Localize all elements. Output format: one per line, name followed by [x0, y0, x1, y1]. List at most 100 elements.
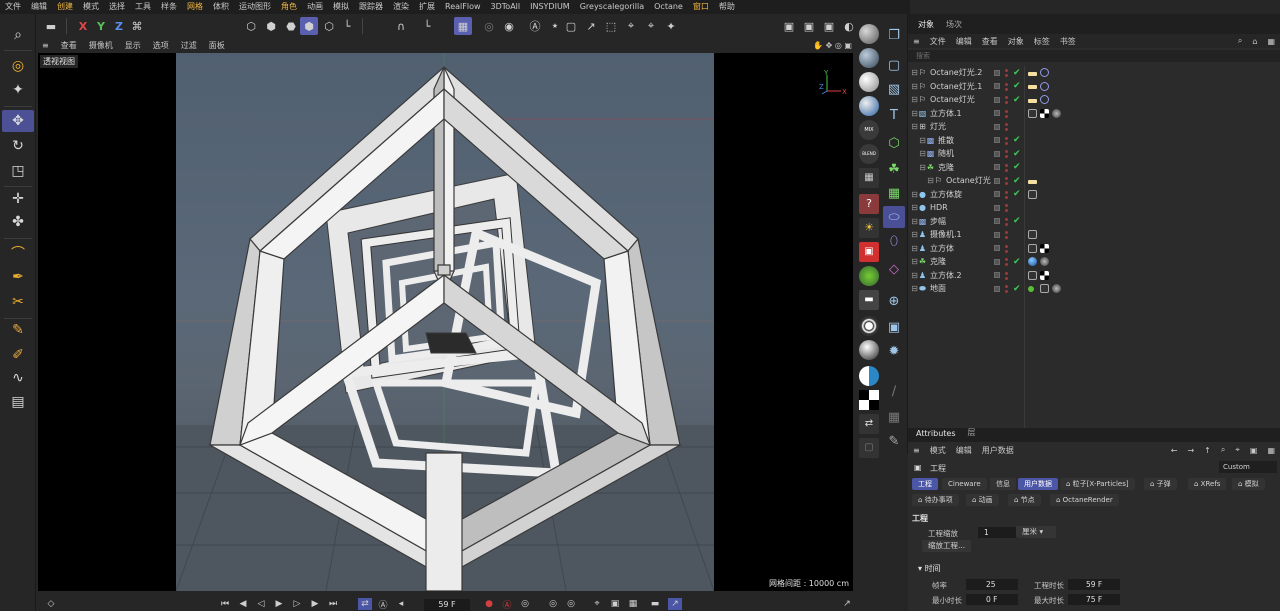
record-off-icon[interactable]: ●	[482, 598, 496, 610]
menu-item[interactable]: 创建	[52, 0, 78, 14]
menu-item[interactable]: Octane	[649, 0, 688, 14]
filter-icon[interactable]: ▦	[1262, 37, 1280, 46]
object-name[interactable]: HDR	[930, 203, 948, 212]
object-name[interactable]: 克隆	[938, 162, 954, 173]
param-key-icon[interactable]: ▣	[608, 598, 622, 610]
scene-icon[interactable]: ⊕	[883, 290, 905, 312]
render-region-icon[interactable]: ▢	[562, 17, 580, 35]
menu-item[interactable]: 运动图形	[234, 0, 276, 14]
rotation-key-icon[interactable]: ◎	[564, 598, 578, 610]
render-visibility-dot[interactable]	[1005, 222, 1008, 226]
keyframe-selection-icon[interactable]: ◎	[518, 598, 532, 610]
menu-item[interactable]: 编辑	[26, 0, 52, 14]
phong-tag-icon[interactable]	[1028, 243, 1037, 253]
tab-attributes[interactable]: Attributes	[910, 426, 962, 442]
editor-visibility-dot[interactable]	[1005, 285, 1008, 288]
enabled-check-icon[interactable]: ✔	[1013, 257, 1021, 267]
viewport-menu-item[interactable]: 显示	[119, 40, 147, 51]
render-picture-icon[interactable]: ⌖	[622, 17, 640, 35]
points-mode-icon[interactable]: ⬡	[242, 17, 260, 35]
object-row[interactable]: ⊟ ♟ 立方体	[908, 242, 1280, 256]
enabled-check-icon[interactable]: ✔	[1013, 95, 1021, 105]
menu-item[interactable]: 帮助	[714, 0, 740, 14]
object-name[interactable]: 立方体.2	[930, 270, 962, 281]
fps-field[interactable]: 25	[966, 579, 1018, 590]
dopesheet-icon[interactable]: ↗	[668, 598, 682, 610]
editor-visibility-dot[interactable]	[1005, 217, 1008, 221]
bend-icon[interactable]: ⬯	[883, 230, 905, 252]
help-icon[interactable]: ?	[859, 194, 879, 214]
render-view-icon[interactable]: ⬚	[602, 17, 620, 35]
render-visibility-dot[interactable]	[1005, 114, 1008, 118]
layer-checkbox[interactable]	[994, 177, 1000, 184]
axis-x-toggle[interactable]: X	[74, 17, 92, 35]
object-row[interactable]: ⊟ ☘ 克隆 ✔	[908, 161, 1280, 175]
layer-checkbox[interactable]	[994, 272, 1000, 279]
search-icon[interactable]: ⌕	[1233, 36, 1247, 46]
object-row[interactable]: ⊟ ⬬ 地面 ✔	[908, 282, 1280, 296]
object-row[interactable]: ⊟ ☘ 克隆 ✔	[908, 255, 1280, 269]
spline-pen-icon[interactable]: ⌒	[2, 242, 34, 264]
mograph-icon[interactable]: ▦	[883, 182, 905, 204]
brush-icon[interactable]: ✒	[2, 266, 34, 288]
menu-item[interactable]: 文件	[0, 0, 26, 14]
viewport-menu-item[interactable]: 过滤	[175, 40, 203, 51]
area-light-icon[interactable]: ▬	[859, 290, 879, 310]
search-icon[interactable]: ⌕	[2, 24, 34, 46]
tab-user-data[interactable]: 用户数据	[1018, 478, 1058, 490]
tab-animation[interactable]: ⌂ 动画	[966, 494, 999, 506]
up-arrow-icon[interactable]: ↑	[1199, 446, 1216, 455]
paint-disabled-icon[interactable]: ▦	[883, 406, 905, 428]
editor-visibility-dot[interactable]	[1005, 163, 1008, 167]
tab-nodes[interactable]: ⌂ 节点	[1008, 494, 1041, 506]
next-key-icon[interactable]: ▶	[308, 598, 322, 610]
keyframe-mode-icon[interactable]: Ⓐ	[376, 598, 390, 611]
object-row[interactable]: ⊟ ▩ 推散 ✔	[908, 134, 1280, 148]
light-tag-icon[interactable]	[1028, 179, 1037, 184]
scatter-icon[interactable]	[859, 266, 879, 286]
layer-checkbox[interactable]	[994, 231, 1000, 238]
menu-bookmarks[interactable]: 书签	[1055, 36, 1081, 47]
next-frame-icon[interactable]: ▷	[290, 598, 304, 610]
perspective-viewport[interactable]: 透视视图 网格间距 : 10000 cm Y X Z	[38, 53, 853, 591]
target-tag-icon[interactable]	[1040, 68, 1049, 78]
object-name[interactable]: 摄像机.1	[930, 229, 962, 240]
tab-takes[interactable]: 场次	[940, 16, 968, 34]
volume-icon[interactable]: ◇	[883, 258, 905, 280]
enabled-check-icon[interactable]: ✔	[1013, 216, 1021, 226]
object-name[interactable]: 地面	[930, 283, 946, 294]
rectangle-spline-icon[interactable]: ▢	[883, 54, 905, 76]
layer-checkbox[interactable]	[994, 164, 1000, 171]
menu-item[interactable]: Greyscalegorilla	[575, 0, 649, 14]
material-tag-icon[interactable]	[1052, 108, 1061, 118]
tab-info[interactable]: 信息	[990, 478, 1016, 490]
editor-visibility-dot[interactable]	[1005, 190, 1008, 194]
object-row[interactable]: ⊟ ▧ 立方体.1	[908, 107, 1280, 121]
layer-checkbox[interactable]	[994, 123, 1000, 130]
position-key-icon[interactable]: ◎	[546, 598, 560, 610]
render-visibility-dot[interactable]	[1005, 182, 1008, 185]
layer-checkbox[interactable]	[994, 69, 1000, 76]
max-time-field[interactable]: 75 F	[1068, 594, 1120, 605]
phong-tag-icon[interactable]	[1028, 189, 1037, 199]
checker-icon[interactable]	[859, 390, 879, 410]
lock-icon[interactable]: ⌖	[1230, 445, 1245, 455]
previous-frame-icon[interactable]: ◁	[254, 598, 268, 610]
expand-icon[interactable]: ▦	[1262, 446, 1280, 455]
magnet-snap-icon[interactable]: ∩	[392, 17, 410, 35]
axis-mode-icon[interactable]: └	[338, 17, 356, 35]
render-visibility-dot[interactable]	[1005, 263, 1008, 266]
object-name[interactable]: Octane灯光.2	[930, 67, 982, 78]
render-active-view-icon[interactable]: ▣	[780, 17, 798, 35]
object-name[interactable]: 立方体.1	[930, 108, 962, 119]
tab-project[interactable]: 工程	[912, 478, 938, 490]
render-visibility-dot[interactable]	[1005, 87, 1008, 91]
target-icon[interactable]	[859, 316, 879, 336]
tab-objects[interactable]: 对象	[912, 16, 940, 34]
octane-camera-icon[interactable]: ▣	[859, 242, 879, 262]
object-name[interactable]: Octane灯光.1	[930, 81, 982, 92]
object-name[interactable]: 步幅	[930, 216, 946, 227]
script-icon[interactable]: Ⓐ	[526, 17, 544, 35]
editor-visibility-dot[interactable]	[1005, 82, 1008, 86]
menu-file[interactable]: 文件	[925, 36, 951, 47]
